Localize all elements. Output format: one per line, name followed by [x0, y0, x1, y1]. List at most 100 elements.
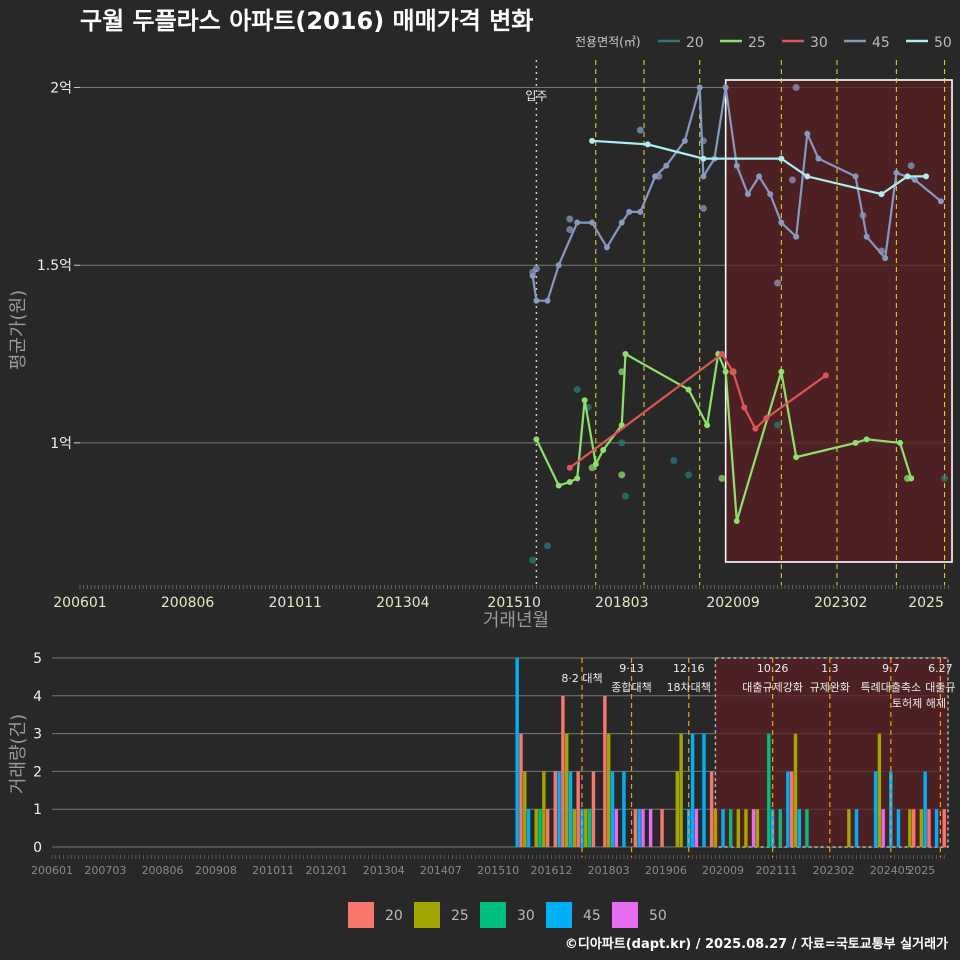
- policy-note-date: 1.3: [821, 662, 839, 675]
- series-point-45: [529, 272, 536, 279]
- y-tick-label: 1.5억: [37, 258, 72, 274]
- volume-bar: [721, 809, 725, 847]
- volume-bar: [934, 809, 939, 847]
- series-point-45: [626, 208, 633, 215]
- policy-note-name: 대출규제강화: [742, 681, 803, 694]
- y-tick-label: 4: [33, 689, 42, 705]
- data-point: [685, 471, 693, 479]
- footer-credit: ©디아파트(dapt.kr) / 2025.08.27 / 자료=국토교통부 실…: [565, 936, 948, 952]
- policy-note-name: 규제완화: [810, 681, 850, 694]
- data-point: [544, 542, 552, 550]
- volume-bar: [538, 809, 542, 847]
- x-tick-label: 202302: [813, 864, 855, 877]
- data-point: [699, 204, 707, 212]
- volume-bar: [557, 771, 561, 847]
- volume-bar: [568, 771, 573, 847]
- volume-bar: [572, 809, 577, 847]
- policy-note-date: 6.27: [928, 662, 953, 675]
- volume-bar: [603, 695, 607, 847]
- x-tick-label: 200908: [195, 864, 237, 877]
- x-tick-label: 202009: [702, 864, 744, 877]
- x-tick-label: 200601: [31, 864, 73, 877]
- policy-note-name: 종합대책: [611, 681, 651, 694]
- series-point-25: [592, 461, 599, 468]
- series-point-25: [863, 436, 870, 443]
- volume-bar: [744, 809, 748, 847]
- volume-bar: [614, 809, 619, 847]
- series-point-25: [704, 422, 711, 429]
- y-tick-label: 5: [33, 651, 42, 667]
- volume-bar: [854, 809, 859, 847]
- legend-label: 20: [686, 35, 704, 51]
- volume-bar: [797, 809, 802, 847]
- series-point-25: [533, 436, 540, 443]
- volume-bar: [919, 809, 924, 847]
- data-point: [907, 162, 915, 170]
- x-tick-label: 201803: [595, 595, 648, 611]
- series-point-45: [574, 219, 581, 226]
- series-point-45: [696, 84, 703, 91]
- volume-bar: [911, 809, 916, 847]
- y-axis-title-volume: 거래량(건): [8, 714, 29, 794]
- x-tick-label: 200806: [161, 595, 215, 611]
- data-point: [670, 457, 678, 465]
- series-point-30: [730, 368, 737, 375]
- series-point-45: [663, 162, 670, 169]
- x-tick-label: 201304: [376, 595, 430, 611]
- volume-bar: [641, 809, 645, 847]
- series-point-45: [722, 84, 729, 91]
- x-tick-label: 202009: [706, 595, 759, 611]
- volume-bar: [690, 733, 695, 847]
- x-tick-label: 201803: [588, 864, 630, 877]
- series-point-50: [904, 173, 911, 180]
- series-point-45: [733, 162, 740, 169]
- volume-bar: [610, 771, 615, 847]
- volume-bar: [908, 809, 912, 847]
- volume-bar: [896, 809, 901, 847]
- volume-bar: [675, 771, 680, 847]
- policy-note-date: 8·2 대책: [561, 672, 602, 685]
- series-point-45: [852, 173, 859, 180]
- x-tick-label: 202111: [755, 864, 797, 877]
- legend-label: 30: [517, 908, 535, 924]
- volume-bar: [565, 733, 569, 847]
- volume-bar: [694, 809, 699, 847]
- x-tick-label: 201304: [363, 864, 405, 877]
- volume-bar: [755, 809, 760, 847]
- data-point: [529, 556, 537, 564]
- x-tick-label: 201510: [477, 864, 519, 877]
- series-point-25: [566, 478, 573, 485]
- legend-label: 50: [649, 908, 667, 924]
- y-tick-label: 0: [33, 840, 42, 856]
- data-point: [618, 439, 626, 447]
- series-point-45: [603, 244, 610, 251]
- volume-bar: [728, 809, 733, 847]
- series-point-45: [589, 219, 596, 226]
- series-point-50: [778, 155, 785, 162]
- volume-bar: [519, 733, 523, 847]
- series-point-25: [581, 397, 588, 404]
- series-point-45: [893, 169, 900, 176]
- series-point-45: [756, 173, 763, 180]
- legend-label: 25: [748, 35, 766, 51]
- series-point-30: [566, 464, 573, 471]
- data-point: [792, 84, 800, 92]
- x-tick-label: 2025: [907, 864, 935, 877]
- legend-title: 전용면적(㎡): [575, 35, 641, 49]
- series-point-50: [644, 141, 651, 148]
- volume-bar: [873, 771, 878, 847]
- legend-swatch-20: [348, 902, 374, 928]
- volume-bar: [942, 809, 946, 847]
- volume-bar: [889, 771, 893, 847]
- series-point-30: [741, 404, 748, 411]
- policy-note-name: 18차대책: [667, 681, 711, 694]
- series-point-30: [822, 372, 829, 379]
- series-point-45: [637, 208, 644, 215]
- volume-bar: [576, 771, 580, 847]
- volume-bar: [622, 771, 626, 847]
- data-point: [774, 421, 782, 429]
- data-point: [566, 215, 574, 223]
- data-point: [941, 474, 949, 482]
- volume-bar: [793, 733, 798, 847]
- data-point: [636, 126, 644, 134]
